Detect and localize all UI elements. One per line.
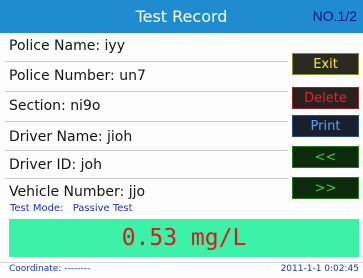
row-divider [5, 150, 288, 151]
coordinate-label: Coordinate: [9, 264, 62, 274]
driver-id-value: joh [80, 157, 102, 173]
row-divider [5, 121, 288, 122]
coordinate-value: -------- [64, 264, 91, 274]
test-mode: Test Mode: Passive Test [10, 202, 133, 216]
result-display: 0.53 mg/L [9, 219, 359, 257]
row-divider [5, 91, 288, 92]
row-divider [5, 178, 288, 179]
page-indicator: NO.1/2 [312, 8, 357, 24]
police-name-label: Police Name: [9, 38, 101, 54]
coordinate-readout: Coordinate: -------- [9, 264, 90, 274]
page-title: Test Record [135, 7, 228, 26]
vehicle-number-value: jjo [128, 184, 146, 200]
driver-name-label: Driver Name: [9, 129, 103, 145]
alcohol-result-value: 0.53 mg/L [121, 225, 247, 251]
driver-name-value: jioh [107, 129, 133, 145]
police-name-value: iyy [104, 38, 125, 54]
print-button[interactable]: Print [292, 115, 359, 137]
section-value: ni9o [70, 98, 101, 114]
section-label: Section: [9, 98, 66, 114]
driver-name-row: Driver Name: jioh [0, 126, 288, 149]
title-bar: Test Record NO.1/2 [0, 0, 363, 33]
previous-record-button[interactable]: << [292, 146, 359, 168]
police-number-label: Police Number: [9, 68, 115, 84]
police-number-value: un7 [119, 68, 146, 84]
test-mode-value: Passive Test [72, 203, 133, 214]
exit-button[interactable]: Exit [292, 53, 359, 75]
delete-button[interactable]: Delete [292, 87, 359, 109]
status-footer: Coordinate: -------- 2011-1-1 0:02:45 [0, 262, 363, 278]
test-mode-label: Test Mode: [10, 203, 64, 214]
police-number-row: Police Number: un7 [0, 65, 288, 88]
vehicle-number-label: Vehicle Number: [9, 184, 125, 200]
test-record-screen: Test Record NO.1/2 Police Name: iyy Poli… [0, 0, 363, 278]
next-record-button[interactable]: >> [292, 177, 359, 199]
vehicle-number-row: Vehicle Number: jjo [0, 181, 288, 204]
driver-id-row: Driver ID: joh [0, 154, 288, 177]
police-name-row: Police Name: iyy [0, 35, 288, 58]
driver-id-label: Driver ID: [9, 157, 77, 173]
section-row: Section: ni9o [0, 95, 288, 118]
row-divider [5, 61, 288, 62]
datetime-display: 2011-1-1 0:02:45 [280, 264, 359, 274]
